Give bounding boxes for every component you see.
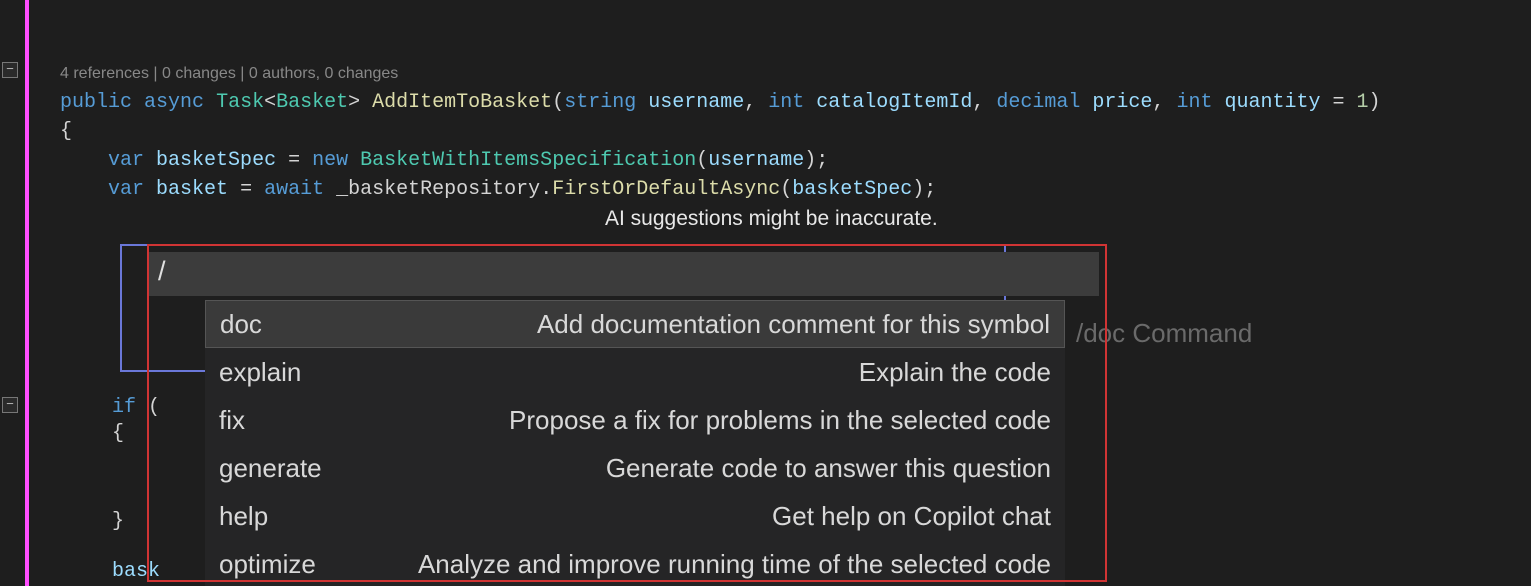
identifier: username bbox=[708, 149, 804, 172]
keyword: if bbox=[112, 396, 136, 419]
param: username bbox=[648, 91, 744, 114]
identifier: basketSpec bbox=[792, 178, 912, 201]
number: 1 bbox=[1357, 91, 1369, 114]
keyword: int bbox=[1176, 91, 1212, 114]
indent-guide bbox=[60, 149, 108, 172]
keyword: decimal bbox=[996, 91, 1080, 114]
punct: , bbox=[972, 91, 984, 114]
command-hint: /doc Command bbox=[1076, 318, 1252, 349]
suggestion-item-help[interactable]: help Get help on Copilot chat bbox=[205, 492, 1065, 540]
punct: < bbox=[264, 91, 276, 114]
method-name: AddItemToBasket bbox=[372, 91, 552, 114]
code-text[interactable]: if ( bbox=[112, 393, 160, 422]
suggestion-description: Generate code to answer this question bbox=[322, 453, 1051, 484]
punct: ( bbox=[696, 149, 708, 172]
suggestion-command: doc bbox=[220, 309, 262, 340]
suggestion-description: Get help on Copilot chat bbox=[268, 501, 1051, 532]
keyword: public bbox=[60, 91, 132, 114]
keyword: int bbox=[768, 91, 804, 114]
keyword: string bbox=[564, 91, 636, 114]
suggestion-item-explain[interactable]: explain Explain the code bbox=[205, 348, 1065, 396]
punct: ( bbox=[780, 178, 792, 201]
type: BasketWithItemsSpecification bbox=[360, 149, 696, 172]
param: price bbox=[1092, 91, 1152, 114]
keyword: async bbox=[144, 91, 204, 114]
code-text[interactable]: { bbox=[112, 422, 124, 445]
code-text[interactable]: 4 references | 0 changes | 0 authors, 0 … bbox=[60, 30, 1381, 233]
suggestion-item-optimize[interactable]: optimize Analyze and improve running tim… bbox=[205, 540, 1065, 586]
inline-chat-input-text: / bbox=[158, 256, 166, 287]
identifier: _basketRepository bbox=[336, 178, 540, 201]
punct: , bbox=[744, 91, 756, 114]
change-indicator-bar bbox=[25, 0, 29, 586]
punct: . bbox=[540, 178, 552, 201]
param: catalogItemId bbox=[816, 91, 972, 114]
suggestion-description: Add documentation comment for this symbo… bbox=[262, 309, 1050, 340]
brace: } bbox=[112, 510, 124, 533]
punct: ); bbox=[912, 178, 936, 201]
punct: > bbox=[348, 91, 360, 114]
type: Task bbox=[216, 91, 264, 114]
suggestion-command: help bbox=[219, 501, 268, 532]
punct: = bbox=[1333, 91, 1345, 114]
suggestion-item-doc[interactable]: doc Add documentation comment for this s… bbox=[205, 300, 1065, 348]
ai-disclaimer: AI suggestions might be inaccurate. bbox=[605, 207, 938, 231]
suggestion-command: explain bbox=[219, 357, 301, 388]
codelens-info[interactable]: 4 references | 0 changes | 0 authors, 0 … bbox=[60, 65, 398, 82]
punct: ) bbox=[1369, 91, 1381, 114]
command-suggestions-list: doc Add documentation comment for this s… bbox=[205, 300, 1065, 586]
type: Basket bbox=[276, 91, 348, 114]
keyword: await bbox=[264, 178, 324, 201]
code-text[interactable]: } bbox=[112, 510, 124, 533]
suggestion-description: Analyze and improve running time of the … bbox=[316, 549, 1051, 580]
identifier: basketSpec bbox=[156, 149, 276, 172]
keyword: new bbox=[312, 149, 348, 172]
suggestion-description: Propose a fix for problems in the select… bbox=[245, 405, 1051, 436]
suggestion-command: optimize bbox=[219, 549, 316, 580]
fold-toggle-icon[interactable]: − bbox=[2, 397, 18, 413]
method-name: FirstOrDefaultAsync bbox=[552, 178, 780, 201]
punct: ); bbox=[804, 149, 828, 172]
param: quantity bbox=[1224, 91, 1320, 114]
keyword: var bbox=[108, 149, 144, 172]
suggestion-command: fix bbox=[219, 405, 245, 436]
brace: { bbox=[112, 422, 124, 445]
identifier: bask bbox=[112, 560, 160, 583]
punct: ( bbox=[552, 91, 564, 114]
punct: , bbox=[1152, 91, 1164, 114]
identifier: basket bbox=[156, 178, 228, 201]
fold-toggle-icon[interactable]: − bbox=[2, 62, 18, 78]
suggestion-item-generate[interactable]: generate Generate code to answer this qu… bbox=[205, 444, 1065, 492]
punct: = bbox=[240, 178, 252, 201]
keyword: var bbox=[108, 178, 144, 201]
suggestion-command: generate bbox=[219, 453, 322, 484]
punct: ( bbox=[148, 396, 160, 419]
suggestion-item-fix[interactable]: fix Propose a fix for problems in the se… bbox=[205, 396, 1065, 444]
code-editor[interactable]: − − 4 references | 0 changes | 0 authors… bbox=[0, 0, 1531, 586]
code-text[interactable]: bask bbox=[112, 560, 160, 583]
punct: = bbox=[288, 149, 300, 172]
brace: { bbox=[60, 120, 72, 143]
indent-guide bbox=[60, 178, 108, 201]
suggestion-description: Explain the code bbox=[301, 357, 1051, 388]
inline-chat-input[interactable] bbox=[147, 252, 1099, 296]
